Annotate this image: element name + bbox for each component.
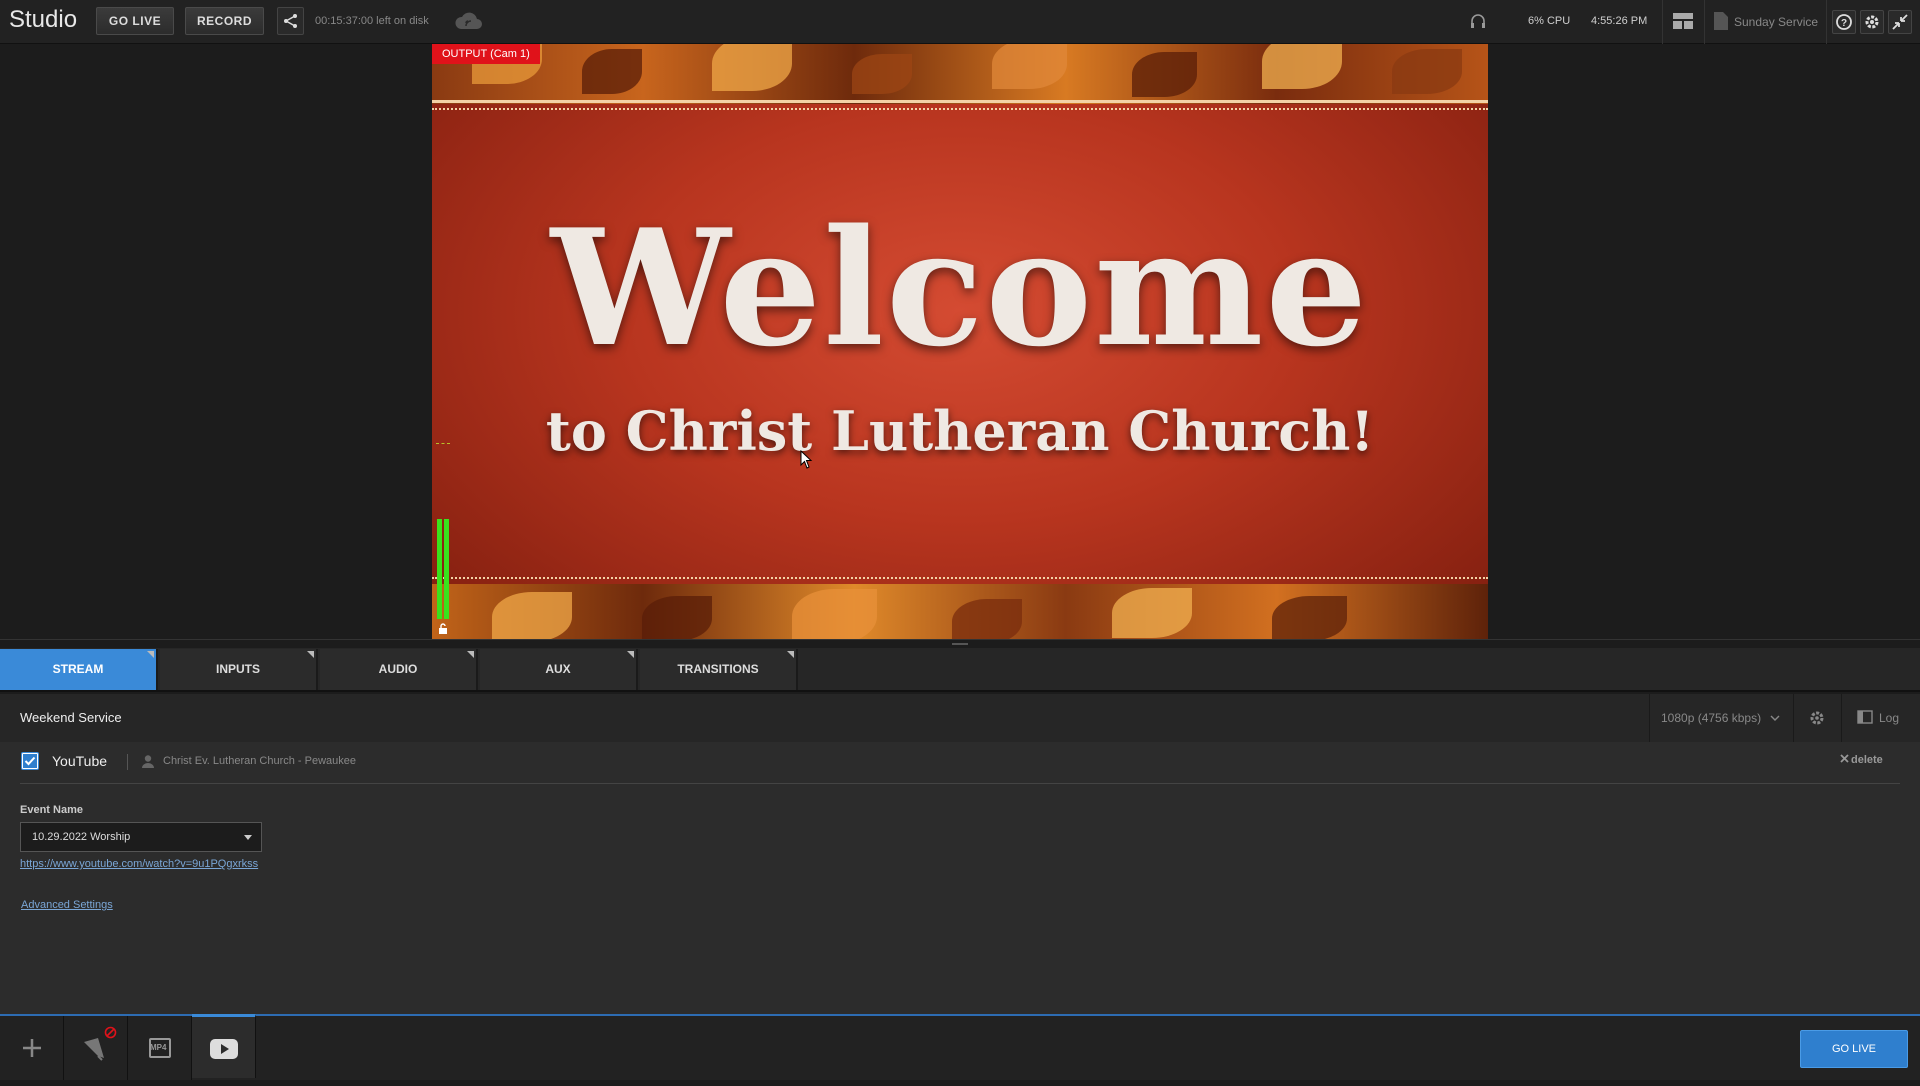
lock-icon[interactable] — [438, 623, 448, 634]
cpu-usage: 6% CPU — [1528, 15, 1571, 27]
cloud-icon[interactable] — [453, 9, 485, 33]
collapse-button[interactable] — [1888, 10, 1912, 34]
help-icon: ? — [1836, 14, 1852, 30]
plus-icon — [23, 1039, 41, 1057]
divider — [1793, 694, 1794, 742]
divider — [1662, 0, 1663, 44]
settings-button[interactable] — [1860, 10, 1884, 34]
tab-audio[interactable]: AUDIO — [320, 649, 478, 690]
mp4-label: MP4 — [150, 1043, 167, 1052]
welcome-headline: Welcome — [550, 194, 1370, 382]
top-bar: Studio GO LIVE RECORD 00:15:37:00 left o… — [0, 0, 1920, 44]
user-icon — [142, 755, 154, 768]
stream-panel: Weekend Service 1080p (4756 kbps) Log Yo… — [0, 694, 1920, 1014]
bottom-go-live-button[interactable]: GO LIVE — [1800, 1030, 1908, 1068]
mp4-destination-button[interactable]: MP4 — [128, 1016, 192, 1080]
meter-peak-marker — [436, 443, 450, 445]
bottom-dotted-rule — [432, 577, 1488, 579]
splitter-handle[interactable] — [952, 643, 968, 645]
event-name-value: 10.29.2022 Worship — [32, 831, 131, 843]
tab-inputs[interactable]: INPUTS — [160, 649, 318, 690]
tab-stream[interactable]: STREAM — [0, 649, 158, 690]
quality-select[interactable]: 1080p (4756 kbps) — [1661, 711, 1780, 725]
panel-icon — [1857, 710, 1873, 724]
top-rule — [432, 100, 1488, 103]
welcome-subtitle: to Christ Lutheran Church! — [545, 399, 1375, 463]
disk-remaining: 00:15:37:00 left on disk — [315, 15, 429, 27]
youtube-icon — [210, 1039, 238, 1059]
close-icon — [1840, 754, 1849, 763]
collapse-icon — [1892, 14, 1908, 30]
divider — [127, 754, 128, 770]
help-button[interactable]: ? — [1832, 10, 1856, 34]
clock: 4:55:26 PM — [1591, 15, 1648, 27]
youtube-destination-button[interactable] — [192, 1014, 256, 1078]
stream-title: Weekend Service — [20, 710, 122, 725]
platform-name: YouTube — [52, 753, 108, 769]
headphones-icon[interactable] — [1470, 13, 1486, 29]
output-label: OUTPUT (Cam 1) — [432, 44, 540, 64]
bottom-bar: MP4 GO LIVE — [0, 1014, 1920, 1080]
tab-transitions[interactable]: TRANSITIONS — [640, 649, 798, 690]
divider — [1826, 0, 1827, 44]
divider — [1649, 694, 1650, 742]
account-name: Christ Ev. Lutheran Church - Pewaukee — [163, 755, 356, 767]
leaf-border-top — [432, 44, 1488, 104]
share-icon — [284, 14, 297, 28]
stream-panel-header: Weekend Service 1080p (4756 kbps) Log — [0, 694, 1920, 742]
event-name-select[interactable]: 10.29.2022 Worship — [20, 822, 262, 852]
delete-label: delete — [1851, 754, 1883, 766]
leaf-icon — [84, 1038, 104, 1061]
divider — [1841, 694, 1842, 742]
app-title: Studio — [9, 6, 78, 33]
audio-level-meter — [436, 519, 450, 619]
layout-icon[interactable] — [1673, 13, 1693, 29]
checkmark-icon — [23, 754, 37, 768]
record-destination-button[interactable] — [64, 1016, 128, 1080]
splitter[interactable] — [0, 639, 1920, 648]
youtube-enable-checkbox[interactable] — [21, 752, 39, 770]
add-destination-button[interactable] — [0, 1016, 64, 1080]
share-button[interactable] — [277, 7, 304, 35]
divider — [20, 783, 1900, 784]
event-url-link[interactable]: https://www.youtube.com/watch?v=9u1PQgxr… — [20, 858, 258, 870]
document-icon — [1714, 12, 1728, 30]
svg-text:?: ? — [1841, 18, 1847, 29]
advanced-settings-link[interactable]: Advanced Settings — [21, 899, 113, 911]
disabled-badge-icon — [104, 1026, 117, 1039]
quality-value: 1080p (4756 kbps) — [1661, 711, 1762, 725]
project-name[interactable]: Sunday Service — [1734, 15, 1818, 29]
top-dotted-rule — [432, 108, 1488, 110]
tab-aux[interactable]: AUX — [480, 649, 638, 690]
log-label: Log — [1879, 711, 1900, 725]
chevron-down-icon — [1770, 715, 1780, 721]
program-output-preview[interactable]: Welcome to Christ Lutheran Church! OUTPU… — [432, 44, 1488, 639]
go-live-button[interactable]: GO LIVE — [96, 7, 174, 35]
mouse-cursor-icon — [800, 450, 813, 469]
event-name-label: Event Name — [20, 804, 83, 816]
stream-settings-icon[interactable] — [1808, 709, 1826, 727]
leaf-border-bottom — [432, 584, 1488, 639]
delete-destination-button[interactable]: delete — [1840, 754, 1883, 766]
gear-icon — [1865, 15, 1879, 29]
stream-destination: YouTube Christ Ev. Lutheran Church - Pew… — [0, 742, 1920, 1014]
tab-bar: STREAM INPUTS AUDIO AUX TRANSITIONS — [0, 648, 1920, 692]
log-toggle[interactable]: Log — [1857, 710, 1899, 725]
caret-down-icon — [244, 835, 252, 840]
divider — [1704, 0, 1705, 44]
record-button[interactable]: RECORD — [185, 7, 264, 35]
